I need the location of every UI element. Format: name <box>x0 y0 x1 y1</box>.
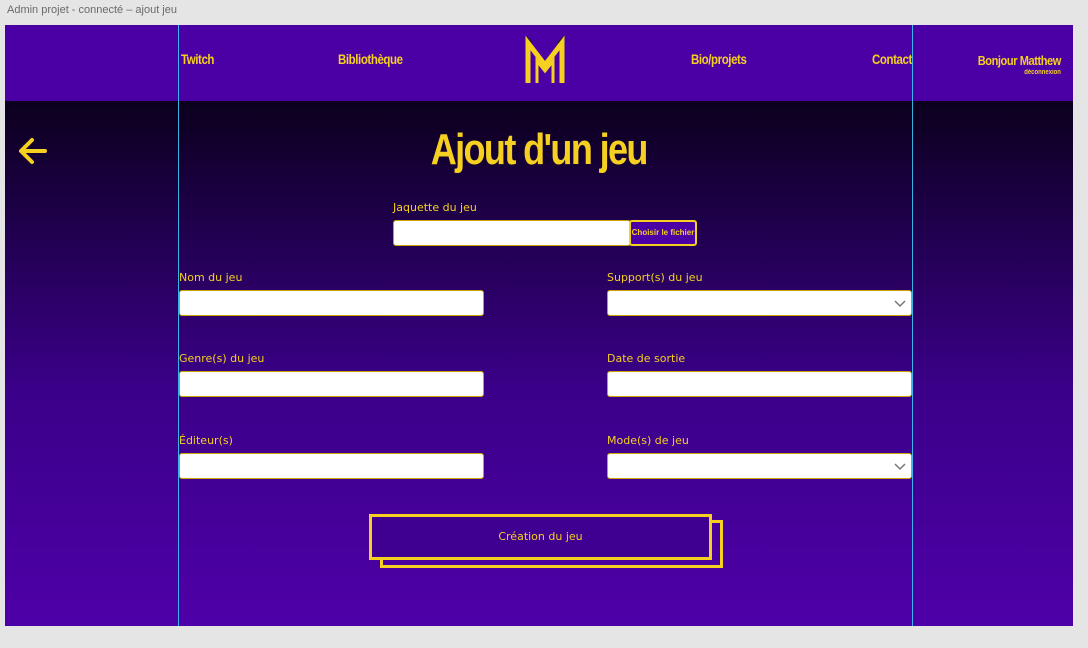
publisher-input[interactable] <box>179 453 484 479</box>
publisher-label: Éditeur(s) <box>179 434 233 447</box>
genre-label: Genre(s) du jeu <box>179 352 265 365</box>
support-select[interactable] <box>607 290 912 316</box>
release-date-input[interactable] <box>607 371 912 397</box>
greeting-text: Bonjour Matthew <box>977 53 1062 68</box>
mode-label: Mode(s) de jeu <box>607 434 689 447</box>
release-date-label: Date de sortie <box>607 352 686 365</box>
cover-label: Jaquette du jeu <box>393 201 477 214</box>
support-select-box[interactable] <box>607 290 912 316</box>
support-label: Support(s) du jeu <box>607 271 703 284</box>
nav-link-contact[interactable]: Contact <box>872 51 912 67</box>
nav-link-twitch[interactable]: Twitch <box>181 51 214 67</box>
genre-input[interactable] <box>179 371 484 397</box>
choose-file-button[interactable]: Choisir le fichier <box>629 220 697 246</box>
name-input[interactable] <box>179 290 484 316</box>
mode-select-box[interactable] <box>607 453 912 479</box>
artboard: Twitch Bibliothèque Bio/projets Contact … <box>5 25 1073 626</box>
page-title: Ajout d'un jeu <box>430 125 649 174</box>
mode-select[interactable] <box>607 453 912 479</box>
nav-link-bio[interactable]: Bio/projets <box>691 51 747 67</box>
logout-link[interactable]: déconnexion <box>978 69 1061 76</box>
cover-file-field[interactable] <box>393 220 631 246</box>
m-logo-icon[interactable] <box>523 35 567 85</box>
layout-guide-left <box>178 25 179 626</box>
user-greeting: Bonjour Matthew déconnexion <box>963 53 1062 76</box>
nav-link-library[interactable]: Bibliothèque <box>338 51 403 67</box>
frame-title: Admin projet - connecté – ajout jeu <box>7 4 177 16</box>
create-game-button[interactable]: Création du jeu <box>369 514 712 560</box>
name-label: Nom du jeu <box>179 271 243 284</box>
layout-guide-right <box>912 25 913 626</box>
